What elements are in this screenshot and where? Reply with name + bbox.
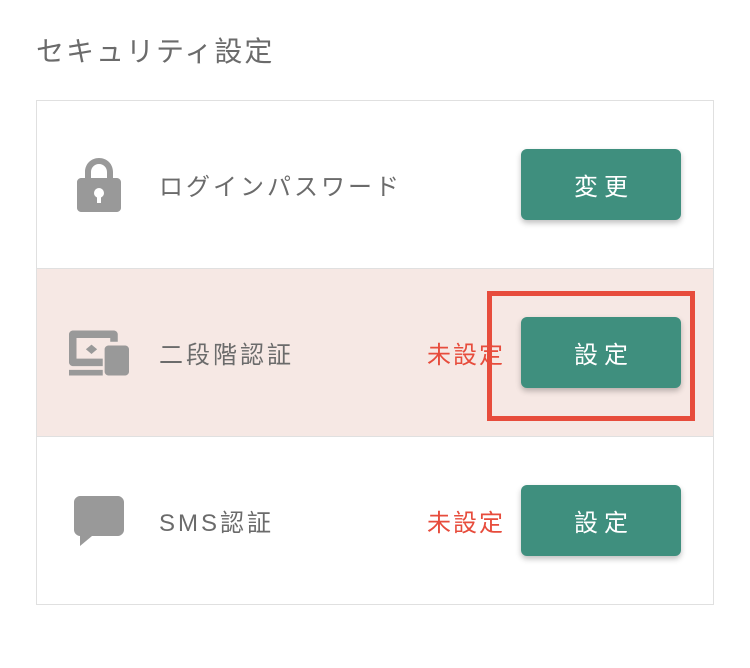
setting-row-two-factor: 二段階認証 未設定 設定	[37, 269, 713, 437]
setting-row-sms-auth: SMS認証 未設定 設定	[37, 437, 713, 604]
security-settings-panel: ログインパスワード 変更 二段階認証 未設定 設定 SMS認証 未設定 設定	[36, 100, 714, 605]
sms-icon	[69, 491, 129, 551]
setting-label: SMS認証	[159, 503, 427, 538]
page-title: セキュリティ設定	[0, 0, 750, 100]
configure-sms-button[interactable]: 設定	[521, 485, 681, 556]
lock-icon	[69, 155, 129, 215]
configure-two-factor-button[interactable]: 設定	[521, 317, 681, 388]
change-password-button[interactable]: 変更	[521, 149, 681, 220]
status-badge: 未設定	[427, 503, 505, 538]
status-badge: 未設定	[427, 335, 505, 370]
setting-label: 二段階認証	[159, 335, 427, 370]
devices-icon	[69, 323, 129, 383]
setting-label: ログインパスワード	[159, 167, 521, 202]
setting-row-login-password: ログインパスワード 変更	[37, 101, 713, 269]
